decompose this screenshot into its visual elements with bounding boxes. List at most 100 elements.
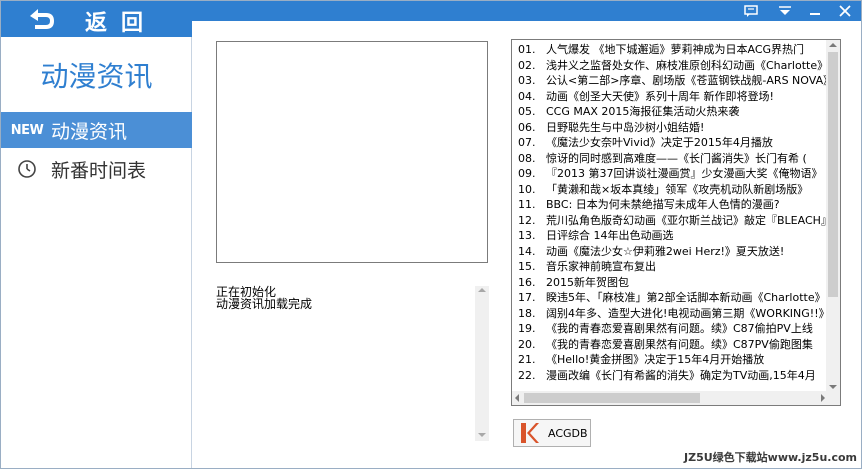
news-list-box: 01. 人气爆发 《地下城邂逅》萝莉神成为日本ACG界热门 02. 浅井义之监督处女作… [511,39,841,406]
news-horizontal-scrollbar[interactable] [512,391,828,405]
news-item[interactable]: 06. 日野聪先生与中岛沙树小姐结婚! [518,120,830,136]
app-window: 返回 动漫资讯 NEW 动漫资讯 新番时间表 正在初始化 动漫资讯加载完成 01… [0,0,862,469]
minimize-icon[interactable] [804,3,826,19]
scroll-thumb[interactable] [524,393,700,403]
news-item[interactable]: 05. CCG MAX 2015海报征集活动火热来袭 [518,104,830,120]
news-item[interactable]: 13. 日评综合 14年出色动画选 [518,228,830,244]
status-log: 正在初始化 动漫资讯加载完成 [214,286,489,441]
menu-dropdown-icon[interactable] [774,3,796,19]
news-title: 荒川弘角色版奇幻动画《亚尔斯兰战记》敲定『BLEACH』 [546,213,830,227]
feedback-icon[interactable] [740,3,762,19]
news-title: 浅井义之监督处女作、麻枝准原创科幻动画《Charlotte》 [546,58,829,72]
news-title: BBC: 日本为何未禁绝描写未成年人色情的漫画? [546,198,780,211]
scroll-down-icon[interactable] [478,433,486,437]
news-number: 21. [518,353,536,366]
news-number: 12. [518,213,536,227]
news-item[interactable]: 01. 人气爆发 《地下城邂逅》萝莉神成为日本ACG界热门 [518,42,830,58]
news-number: 17. [518,291,536,304]
news-item[interactable]: 08. 惊讶的同时感到高难度——《长门酱消失》长门有希 ( [518,151,830,167]
news-item[interactable]: 07. 《魔法少女奈叶Vivid》决定于2015年4月播放 [518,135,830,151]
news-number: 04. [518,89,536,103]
news-item[interactable]: 18. 阔别4年多、造型大进化!电视动画第三期《WORKING!!》 [518,306,830,322]
news-number: 15. [518,260,536,273]
title-bar [192,1,861,21]
news-list: 01. 人气爆发 《地下城邂逅》萝莉神成为日本ACG界热门 02. 浅井义之监督处女作… [518,42,830,390]
news-number: 02. [518,58,536,72]
source-acgdb-button[interactable]: ACGDB [513,419,591,447]
news-item[interactable]: 21. 《Hello!黄金拼图》决定于15年4月开始播放 [518,352,830,368]
news-item[interactable]: 16. 2015新年贺图包 [518,275,830,291]
sidebar-item-schedule[interactable]: 新番时间表 [1,151,192,187]
news-number: 10. [518,182,536,196]
news-title: 《我的青春恋爱喜剧果然有问题。续》C87PV偷跑图集 [546,337,813,351]
news-item[interactable]: 10. 「黄濑和哉×坂本真绫」领军《攻壳机动队新剧场版》 [518,182,830,198]
back-label: 返回 [85,11,158,36]
news-number: 14. [518,244,536,258]
news-title: 公认<第二部>序章、剧场版《苍蓝钢铁战舰-ARS NOVA》 [546,74,830,87]
news-item[interactable]: 02. 浅井义之监督处女作、麻枝准原创科幻动画《Charlotte》 [518,58,830,74]
sidebar-item-label: 新番时间表 [51,159,147,182]
news-item[interactable]: 09. 『2013 第37回讲谈社漫画赏』少女漫画大奖《俺物语》 [518,166,830,182]
scrollbar-corner [826,391,840,405]
scroll-left-icon[interactable] [515,394,519,402]
news-title: 日野聪先生与中岛沙树小姐结婚! [546,120,705,134]
news-title: 漫画改编《长门有希酱的消失》确定为TV动画,15年4月 [546,368,816,382]
news-item[interactable]: 04. 动画《创圣大天使》系列十周年 新作即将登场! [518,89,830,105]
watermark: JZ5U绿色下载站www.jz5u.com [684,449,857,465]
clock-icon [9,159,45,179]
news-item[interactable]: 19. 《我的青春恋爱喜剧果然有问题。续》C87偷拍PV上线 [518,321,830,337]
scroll-right-icon[interactable] [821,394,825,402]
log-line: 动漫资讯加载完成 [216,297,313,311]
scroll-thumb[interactable] [828,52,838,297]
news-number: 20. [518,337,536,351]
close-icon[interactable] [834,3,856,19]
news-number: 06. [518,120,536,134]
news-item[interactable]: 12. 荒川弘角色版奇幻动画《亚尔斯兰战记》敲定『BLEACH』 [518,213,830,229]
acgdb-logo-icon [521,423,539,443]
back-arrow-icon [30,9,54,29]
news-vertical-scrollbar[interactable] [826,40,840,392]
news-title: 阔别4年多、造型大进化!电视动画第三期《WORKING!!》 [546,306,830,320]
news-title: 《Hello!黄金拼图》决定于15年4月开始播放 [546,353,765,366]
news-item[interactable]: 15. 音乐家神前暁宣布复出 [518,259,830,275]
news-item[interactable]: 03. 公认<第二部>序章、剧场版《苍蓝钢铁战舰-ARS NOVA》 [518,73,830,89]
news-title: 睽违5年、「麻枝准」第2部全话脚本新动画《Charlotte》 [546,291,826,304]
news-title: 动画《创圣大天使》系列十周年 新作即将登场! [546,89,774,103]
sidebar-item-anime-news[interactable]: NEW 动漫资讯 [1,112,192,148]
news-item[interactable]: 22. 漫画改编《长门有希酱的消失》确定为TV动画,15年4月 [518,368,830,384]
news-title: 「黄濑和哉×坂本真绫」领军《攻壳机动队新剧场版》 [546,182,809,196]
news-title: 动画《魔法少女☆伊莉雅2wei Herz!》夏天放送! [546,244,785,258]
scroll-up-icon[interactable] [829,43,837,47]
back-button[interactable]: 返回 [1,1,192,37]
news-item[interactable]: 20. 《我的青春恋爱喜剧果然有问题。续》C87PV偷跑图集 [518,337,830,353]
news-number: 16. [518,275,536,289]
news-number: 03. [518,74,536,87]
news-number: 19. [518,322,536,335]
preview-image-box [216,41,488,263]
news-title: 《魔法少女奈叶Vivid》决定于2015年4月播放 [546,136,773,149]
news-title: 惊讶的同时感到高难度——《长门酱消失》长门有希 ( [546,151,807,165]
news-title: 『2013 第37回讲谈社漫画赏』少女漫画大奖《俺物语》 [546,167,823,180]
news-item[interactable]: 17. 睽违5年、「麻枝准」第2部全话脚本新动画《Charlotte》 [518,290,830,306]
scroll-up-icon[interactable] [478,288,486,292]
news-number: 11. [518,198,536,211]
scroll-down-icon[interactable] [829,385,837,389]
news-item[interactable]: 11. BBC: 日本为何未禁绝描写未成年人色情的漫画? [518,197,830,213]
news-number: 18. [518,306,536,320]
news-number: 07. [518,136,536,149]
log-scrollbar[interactable] [475,286,489,441]
news-title: 音乐家神前暁宣布复出 [546,260,656,273]
news-title: CCG MAX 2015海报征集活动火热来袭 [546,105,740,118]
news-title: 2015新年贺图包 [546,275,629,289]
app-title: 动漫资讯 [40,60,153,93]
news-number: 01. [518,43,536,56]
news-number: 05. [518,105,536,118]
news-title: 人气爆发 《地下城邂逅》萝莉神成为日本ACG界热门 [546,43,805,56]
news-item[interactable]: 14. 动画《魔法少女☆伊莉雅2wei Herz!》夏天放送! [518,244,830,260]
sidebar: 动漫资讯 NEW 动漫资讯 新番时间表 [1,37,192,468]
sidebar-item-label: 动漫资讯 [51,120,128,143]
news-number: 13. [518,229,536,242]
news-number: 22. [518,368,536,382]
news-title: 日评综合 14年出色动画选 [546,229,674,242]
source-label: ACGDB [548,426,588,440]
